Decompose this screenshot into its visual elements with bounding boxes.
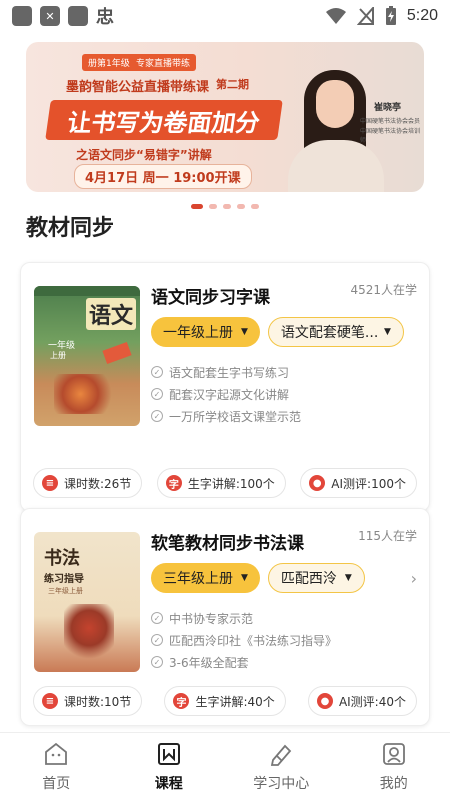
learner-count: 115人在学 xyxy=(358,529,417,543)
battery-charging-icon xyxy=(385,6,396,25)
chinese-app-icon: 忠 xyxy=(96,7,114,28)
home-icon xyxy=(45,742,68,765)
chevron-right-icon[interactable]: › xyxy=(411,569,417,588)
app-icon xyxy=(12,6,32,26)
check-circle-icon: ✓ xyxy=(151,656,163,668)
tab-label: 我的 xyxy=(379,775,408,792)
banner-slogan: 让书写为卷面加分 xyxy=(45,100,283,140)
wifi-icon xyxy=(325,8,346,24)
character-icon: 字 xyxy=(173,693,190,709)
ai-evaluation-badge: ● AI测评:40个 xyxy=(307,686,417,716)
tab-course[interactable]: 课程 xyxy=(113,733,226,800)
check-circle-icon: ✓ xyxy=(151,366,163,378)
promo-banner[interactable]: 册第1年级 专家直播带练 墨韵智能公益直播带练课 第二期 让书写为卷面加分 之语… xyxy=(26,42,424,192)
pagination-dot[interactable] xyxy=(237,204,245,209)
profile-icon xyxy=(382,742,405,765)
feature-item: ✓ 3-6年级全配套 xyxy=(151,651,337,673)
caret-down-icon: ▼ xyxy=(384,327,391,337)
ai-icon: ● xyxy=(309,475,326,491)
banner-period: 第二期 xyxy=(216,78,249,91)
lesson-count-badge: ≡ 课时数:10节 xyxy=(33,686,143,716)
teacher-title: 中国硬笔书法协会培训师 xyxy=(360,128,421,144)
tab-label: 课程 xyxy=(154,775,183,792)
clock: 5:20 xyxy=(406,7,438,24)
teacher-title: 中国硬笔书法协会会员 xyxy=(360,118,421,125)
bottom-tab-bar: 首页 课程 学习中心 我的 xyxy=(0,732,450,800)
course-title: 软笔教材同步书法课 xyxy=(151,534,304,554)
edition-select-value: 语文配套硬笔... xyxy=(280,325,379,341)
shield-icon: ✕ xyxy=(40,6,60,26)
grade-select-value: 一年级上册 xyxy=(163,325,233,341)
character-icon: 字 xyxy=(165,475,182,491)
edition-select-value: 匹配西泠 xyxy=(280,571,337,587)
ai-icon: ● xyxy=(316,693,333,709)
course-icon xyxy=(157,742,180,765)
course-card[interactable]: 书法 练习指导 三年级上册 软笔教材同步书法课 115人在学 三年级上册 ▼ 匹… xyxy=(20,508,430,726)
grade-select[interactable]: 三年级上册 ▼ xyxy=(151,563,260,593)
feature-list: ✓ 中书协专家示范 ✓ 匹配西泠印社《书法练习指导》 ✓ 3-6年级全配套 xyxy=(151,607,337,673)
check-circle-icon: ✓ xyxy=(151,612,163,624)
pagination-dot[interactable] xyxy=(191,204,203,209)
section-title: 教材同步 xyxy=(26,216,115,241)
banner-pagination xyxy=(0,204,450,209)
ai-evaluation-badge: ● AI测评:100个 xyxy=(300,468,417,498)
pagination-dot[interactable] xyxy=(223,204,231,209)
pagination-dot[interactable] xyxy=(251,204,259,209)
lesson-count-badge: ≡ 课时数:26节 xyxy=(33,468,143,498)
tab-study-center[interactable]: 学习中心 xyxy=(225,733,338,800)
check-circle-icon: ✓ xyxy=(151,410,163,422)
study-center-icon xyxy=(271,744,292,766)
edition-select[interactable]: 语文配套硬笔... ▼ xyxy=(267,317,404,347)
caret-down-icon: ▼ xyxy=(344,573,352,583)
pagination-dot[interactable] xyxy=(209,204,217,209)
character-count-badge: 字生字讲解:40个 xyxy=(164,686,286,716)
tab-label: 学习中心 xyxy=(253,775,310,792)
edition-select[interactable]: 匹配西泠 ▼ xyxy=(267,563,365,593)
no-signal-icon xyxy=(356,7,374,25)
learner-count: 4521人在学 xyxy=(350,283,417,297)
character-count-badge: 字生字讲解:100个 xyxy=(156,468,286,498)
caret-down-icon: ▼ xyxy=(241,327,248,337)
textbook-cover: 书法 练习指导 三年级上册 xyxy=(34,532,140,672)
check-circle-icon: ✓ xyxy=(151,388,163,400)
banner-headline: 墨韵智能公益直播带练课 xyxy=(66,80,210,95)
tab-profile[interactable]: 我的 xyxy=(338,733,450,800)
teacher-name: 崔晓亭 xyxy=(374,103,402,113)
cover-title: 语文 xyxy=(86,298,137,330)
status-bar: ✕ 忠 5:20 xyxy=(0,0,450,32)
cover-title: 书法 xyxy=(44,548,80,569)
cover-volume: 上册 xyxy=(50,351,66,360)
banner-tag-expert: 专家直播带练 xyxy=(130,54,197,71)
banner-subtitle: 之语文同步“易错字”讲解 xyxy=(76,148,212,162)
feature-item: ✓ 匹配西泠印社《书法练习指导》 xyxy=(151,629,337,651)
feature-item: ✓ 配套汉字起源文化讲解 xyxy=(151,383,301,405)
course-page: 册第1年级 专家直播带练 墨韵智能公益直播带练课 第二期 让书写为卷面加分 之语… xyxy=(0,32,450,732)
banner-tag-grade: 册第1年级 xyxy=(82,54,136,71)
lesson-icon: ≡ xyxy=(42,693,58,709)
feature-item: ✓ 语文配套生字书写练习 xyxy=(151,361,301,383)
tab-label: 首页 xyxy=(42,775,71,792)
feature-item: ✓ 中书协专家示范 xyxy=(151,607,337,629)
course-title: 语文同步习字课 xyxy=(151,288,270,308)
banner-schedule: 4月17日 周一 19:00开课 xyxy=(74,164,252,189)
lesson-icon: ≡ xyxy=(42,475,58,491)
grade-select[interactable]: 一年级上册 ▼ xyxy=(151,317,260,347)
app-icon xyxy=(68,6,88,26)
caret-down-icon: ▼ xyxy=(241,573,248,583)
cover-subtitle: 练习指导 xyxy=(44,574,84,585)
feature-item: ✓ 一万所学校语文课堂示范 xyxy=(151,405,301,427)
tab-home[interactable]: 首页 xyxy=(0,733,113,800)
cover-volume: 三年级上册 xyxy=(48,587,83,595)
feature-list: ✓ 语文配套生字书写练习 ✓ 配套汉字起源文化讲解 ✓ 一万所学校语文课堂示范 xyxy=(151,361,301,427)
textbook-cover: 语文 一年级 上册 xyxy=(34,286,140,426)
check-circle-icon: ✓ xyxy=(151,634,163,646)
grade-select-value: 三年级上册 xyxy=(163,571,233,587)
course-card[interactable]: 语文 一年级 上册 语文同步习字课 4521人在学 一年级上册 ▼ 语文配套硬笔… xyxy=(20,262,430,512)
